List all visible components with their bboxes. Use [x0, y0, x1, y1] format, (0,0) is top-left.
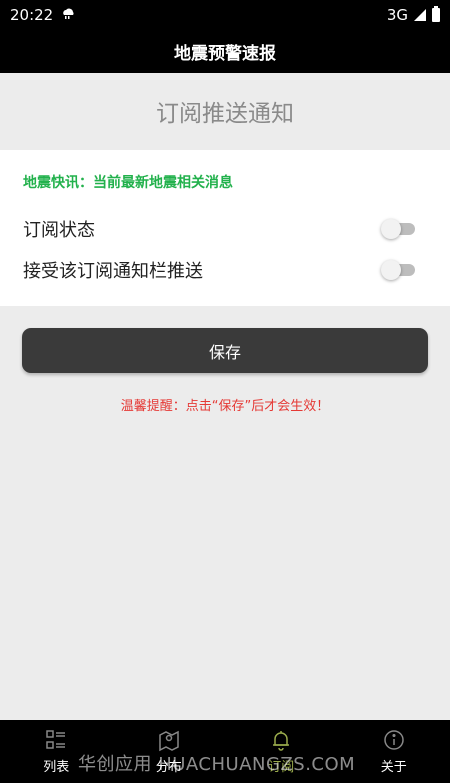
- info-text: 地震快讯：当前最新地震相关消息: [23, 175, 233, 191]
- notification-push-row: 接受该订阅通知栏推送: [23, 257, 415, 283]
- notification-push-label: 接受该订阅通知栏推送: [23, 261, 203, 282]
- hint-text: 温馨提醒：点击“保存”后才会生效！: [120, 399, 330, 414]
- map-icon: [159, 730, 179, 752]
- status-bar: 20:22 3G: [0, 0, 450, 29]
- status-left: 20:22: [10, 6, 75, 24]
- nav-item-list[interactable]: 列表: [0, 720, 113, 783]
- nav-label-list: 列表: [43, 760, 70, 775]
- bell-icon: [273, 731, 290, 751]
- battery-icon: [432, 5, 440, 22]
- info-icon: [384, 730, 404, 750]
- nav-item-subscribe[interactable]: 订阅: [225, 720, 338, 783]
- subscription-status-toggle[interactable]: [381, 219, 415, 239]
- subscription-status-label: 订阅状态: [23, 220, 95, 241]
- status-right: 3G: [386, 5, 440, 24]
- toggle-thumb: [381, 260, 401, 280]
- nav-item-map[interactable]: 分布: [113, 720, 226, 783]
- section-heading: 订阅推送通知: [156, 101, 294, 127]
- nav-label-about: 关于: [380, 760, 407, 775]
- network-type: 3G: [386, 5, 408, 24]
- subscription-card: 地震快讯：当前最新地震相关消息 订阅状态 接受该订阅通知栏推送: [0, 150, 450, 306]
- status-time: 20:22: [10, 5, 54, 24]
- page-title: 地震预警速报: [0, 29, 450, 73]
- list-icon: [46, 730, 66, 749]
- nav-item-about[interactable]: 关于: [338, 720, 450, 783]
- save-button[interactable]: 保存: [22, 328, 428, 373]
- cloud-icon: [61, 6, 75, 24]
- toggle-thumb: [381, 219, 401, 239]
- subscription-status-row: 订阅状态: [23, 216, 415, 242]
- nav-label-subscribe: 订阅: [268, 760, 295, 775]
- bottom-nav: 列表 分布 订阅 关于: [0, 720, 450, 783]
- signal-icon: [414, 8, 426, 21]
- notification-push-toggle[interactable]: [381, 260, 415, 280]
- nav-label-map: 分布: [155, 760, 182, 775]
